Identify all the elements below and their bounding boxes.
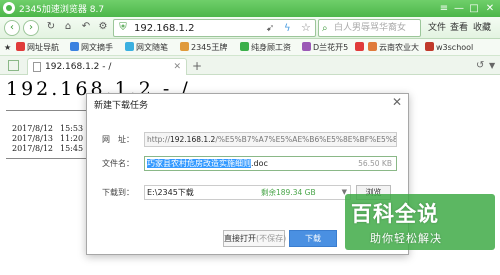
bookmark-icon (355, 42, 364, 51)
bookmark-item[interactable]: 2345王牌 (180, 41, 227, 54)
favorite-star-icon[interactable]: ☆ (301, 20, 311, 36)
accelerate-icon[interactable]: ➹ (266, 21, 274, 36)
minimize-button[interactable]: — (452, 0, 466, 17)
menu-icon[interactable]: ≡ (437, 0, 451, 17)
listing-row: 2017/8/13 11:20 (12, 134, 84, 143)
search-input[interactable]: 白人男辱骂华裔女 (334, 22, 406, 35)
bookmark-item[interactable] (355, 41, 366, 54)
bookmarks-star-icon[interactable]: ★ (4, 41, 11, 54)
lightning-icon[interactable]: ϟ (284, 21, 291, 36)
filename-input[interactable]: 巧家县农村危房改造实施细则.doc 56.50 KB (144, 156, 397, 171)
url-field[interactable]: http://192.168.1.2/%E5%B7%A7%E5%AE%B6%E5… (144, 132, 397, 147)
dialog-close-icon[interactable]: ✕ (392, 95, 402, 109)
tab-close-icon[interactable]: ✕ (173, 61, 181, 74)
bookmark-item[interactable]: 纯身顾工资 (240, 41, 291, 54)
menu-file[interactable]: 文件 (428, 20, 446, 36)
menu-favorites[interactable]: 收藏 (473, 20, 491, 36)
bookmark-icon (302, 42, 311, 51)
bookmark-item[interactable]: D兰花开5 (302, 41, 348, 54)
bookmark-icon (425, 42, 434, 51)
refresh-icon[interactable]: ↻ (43, 20, 59, 36)
undo-icon[interactable]: ↶ (78, 20, 94, 36)
listing-row: 2017/8/12 15:45 (12, 144, 84, 153)
page-icon (33, 62, 41, 72)
address-input[interactable]: 192.168.1.2 (134, 21, 194, 36)
bookmark-icon (240, 42, 249, 51)
title-bar: 2345加速浏览器 8.7 ≡ — □ ✕ (0, 0, 500, 17)
download-button[interactable]: 下载 (289, 230, 337, 247)
dialog-title: 新建下载任务 (94, 101, 149, 111)
open-directly-button[interactable]: 直接打开(不保存) (223, 230, 286, 247)
bookmarks-bar: ★ 网址导航 网文摘手 网文随笔 2345王牌 纯身顾工资 D兰花开5 云南农业… (0, 39, 500, 56)
listing-row: 2017/8/12 15:53 (12, 124, 84, 133)
maximize-button[interactable]: □ (467, 0, 481, 17)
file-size: 56.50 KB (358, 159, 392, 168)
browser-logo-icon (3, 2, 15, 14)
menu-view[interactable]: 查看 (450, 20, 468, 36)
address-bar[interactable]: ⛨ 192.168.1.2 ➹ ϟ ☆ (113, 19, 316, 37)
url-label: 网 址： (102, 135, 134, 144)
filename-extension: .doc (251, 159, 268, 168)
bookmark-icon (368, 42, 377, 51)
home-icon[interactable]: ⌂ (60, 20, 76, 36)
search-icon: ⌕ (322, 23, 328, 34)
directory-listing: 2017/8/12 15:53 2017/8/13 11:20 2017/8/12 1… (12, 124, 84, 154)
back-button[interactable]: ‹ (4, 20, 20, 36)
close-window-button[interactable]: ✕ (483, 0, 497, 17)
tab-list-icon[interactable] (8, 60, 19, 71)
bookmark-item[interactable]: 网文随笔 (125, 41, 168, 54)
new-tab-icon[interactable]: + (192, 59, 202, 73)
navigation-bar: ‹ › ↻ ⌂ ↶ ⚙ ⛨ 192.168.1.2 ➹ ϟ ☆ ⌕ 白人男辱骂华… (0, 17, 500, 39)
search-box[interactable]: ⌕ 白人男辱骂华裔女 (318, 19, 421, 37)
free-space: 剩余189.34 GB (261, 188, 316, 197)
filename-label: 文件名： (102, 159, 134, 168)
watermark-subtitle: 助你轻松解决 (370, 232, 442, 245)
security-shield-icon: ⛨ (119, 22, 127, 33)
bookmark-icon (125, 42, 134, 51)
bookmark-icon (70, 42, 79, 51)
bookmark-icon (180, 42, 189, 51)
restore-tab-icon[interactable]: ↺ (476, 59, 484, 72)
download-dir-select[interactable]: E:\2345下载 剩余189.34 GB ▼ (144, 185, 351, 200)
tab-bar: 192.168.1.2 - / ✕ + ↺ ▼ (0, 56, 500, 75)
forward-button[interactable]: › (23, 20, 39, 36)
watermark-title: 百科全说 (351, 202, 439, 226)
bookmark-item[interactable]: 云南农业大 (368, 41, 419, 54)
bookmark-icon (16, 42, 25, 51)
bookmark-item[interactable]: w3school (425, 41, 473, 54)
bookmark-item[interactable]: 网址导航 (16, 41, 59, 54)
tab-dropdown-icon[interactable]: ▼ (489, 59, 495, 72)
filename-selection: 巧家县农村危房改造实施细则 (147, 159, 251, 168)
tab-active[interactable]: 192.168.1.2 - / ✕ (27, 58, 187, 75)
download-dir-label: 下载到： (102, 188, 134, 197)
tab-title: 192.168.1.2 - / (45, 62, 112, 72)
bookmark-item[interactable]: 网文摘手 (70, 41, 113, 54)
tools-icon[interactable]: ⚙ (95, 20, 111, 36)
window-title: 2345加速浏览器 8.7 (19, 5, 105, 15)
